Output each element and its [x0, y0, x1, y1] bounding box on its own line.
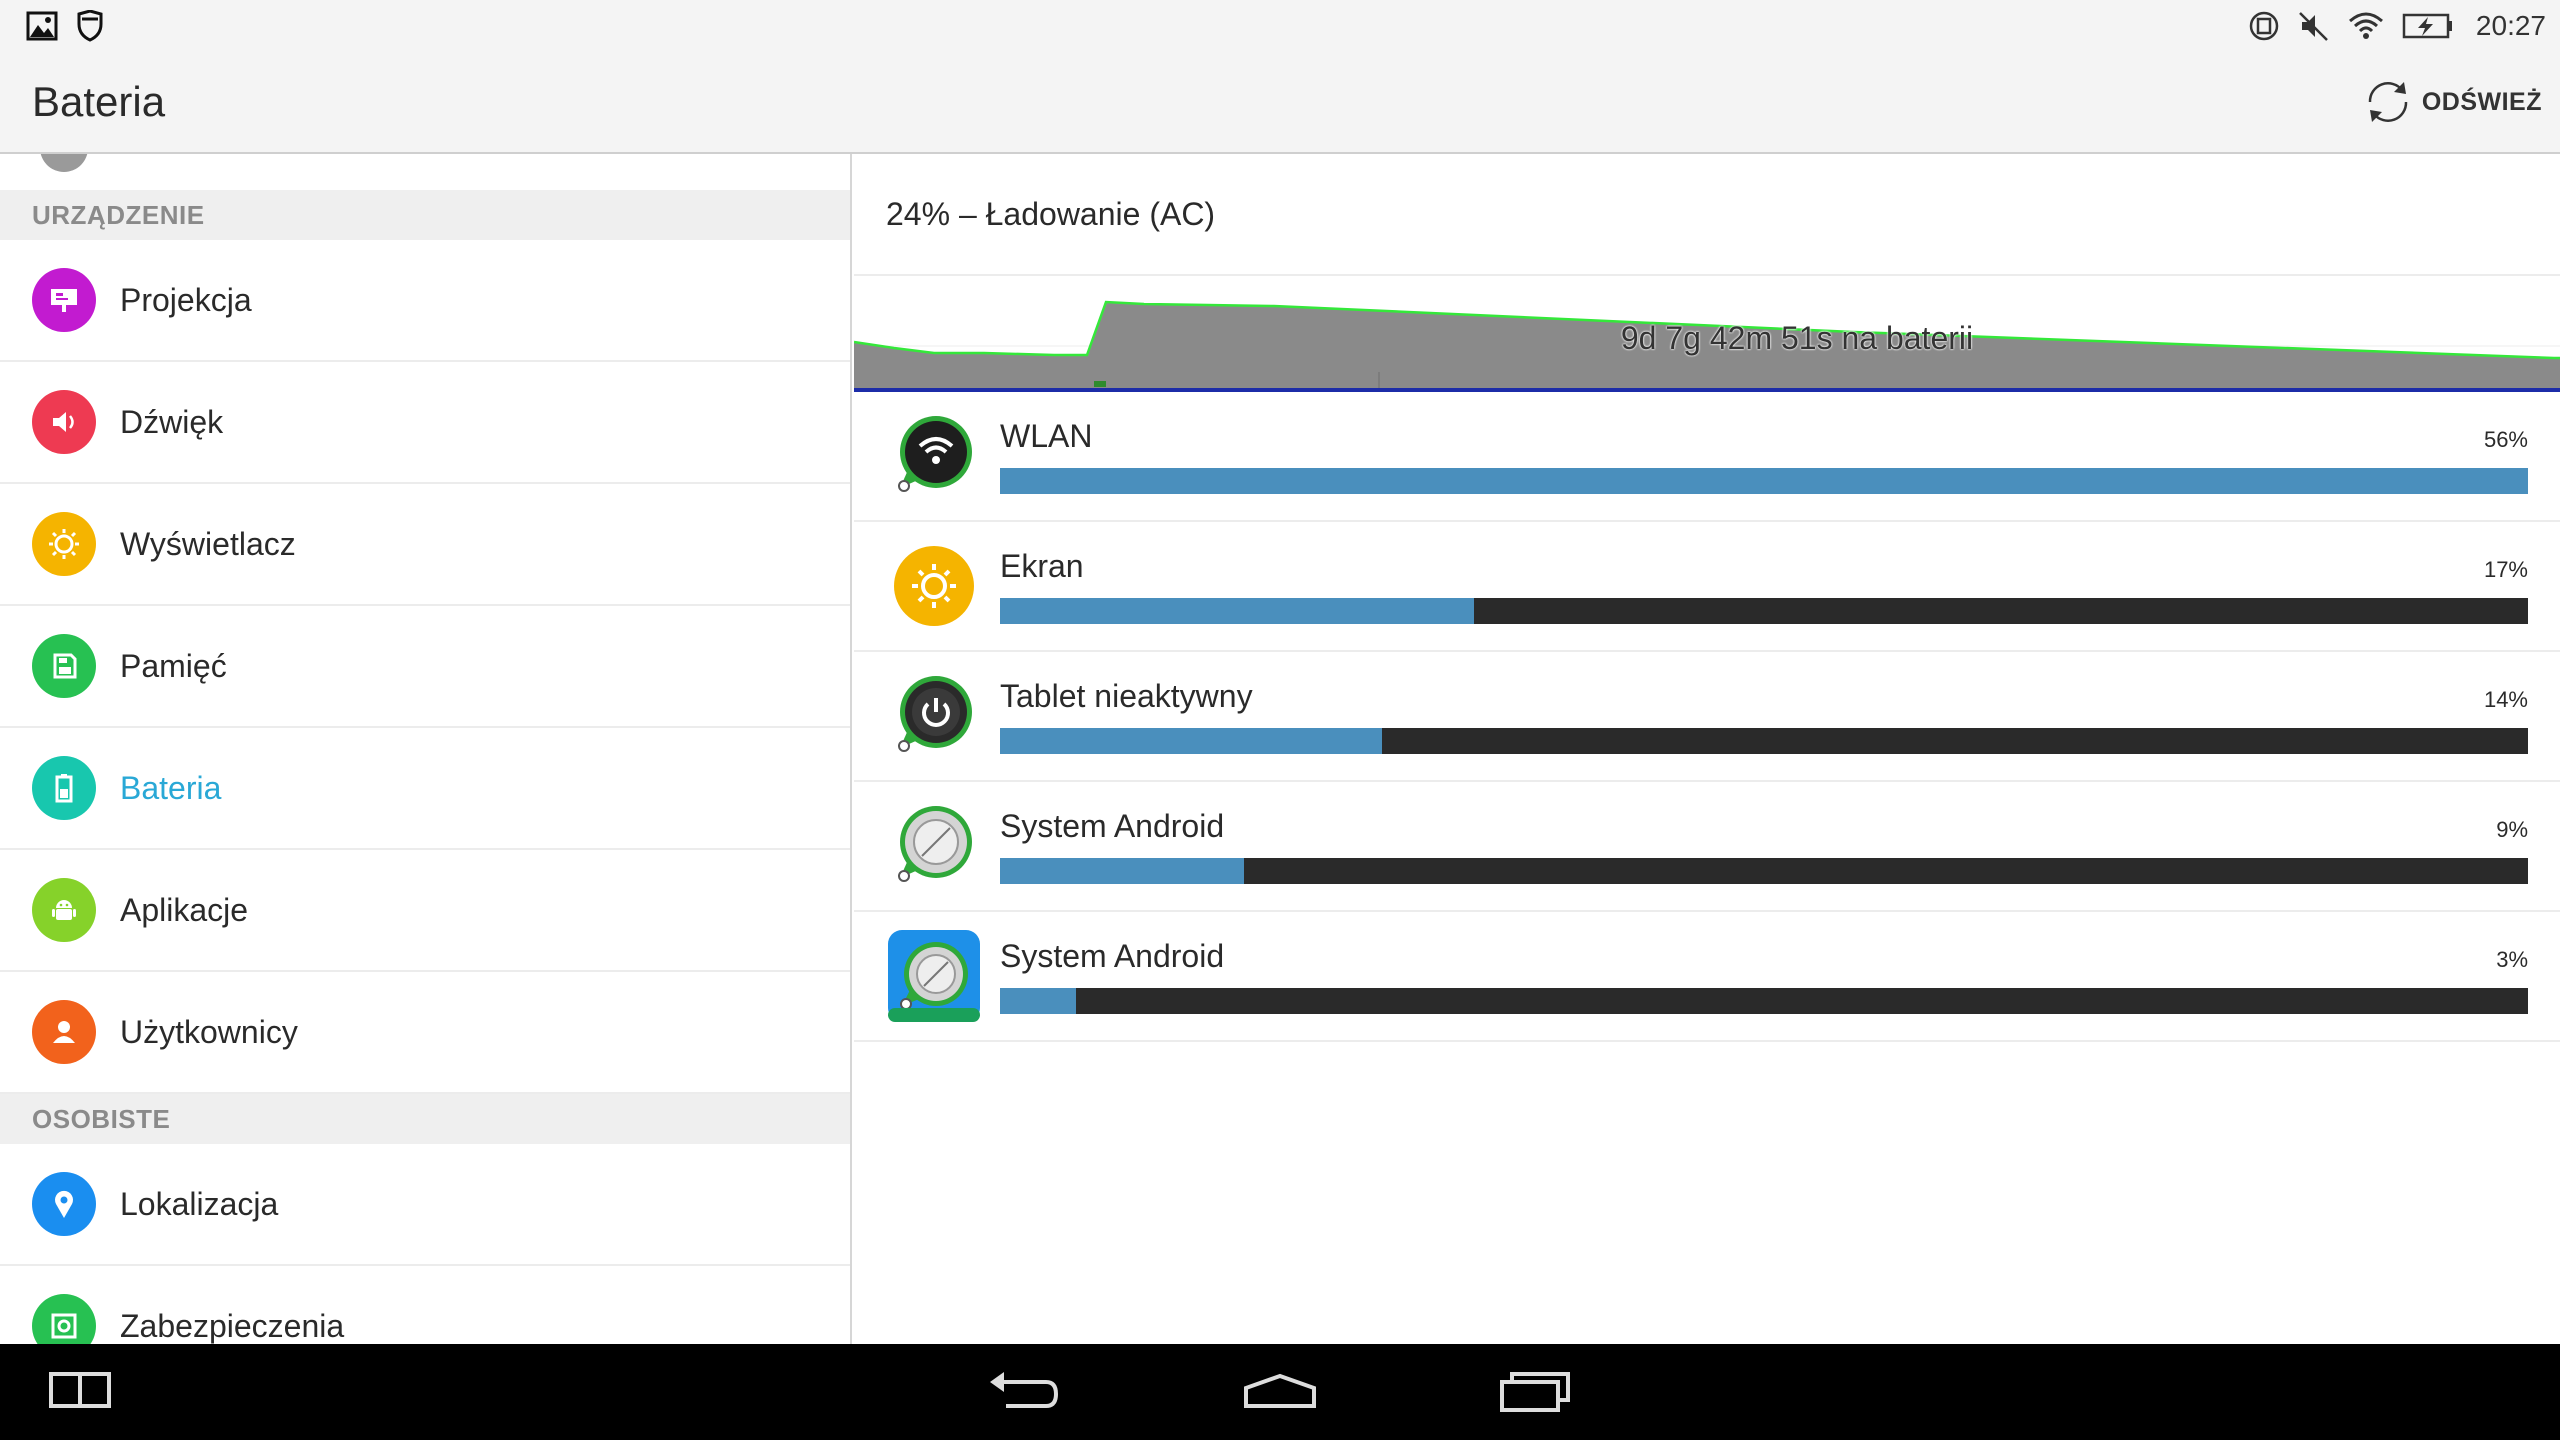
usage-percent: 14%: [2483, 687, 2528, 712]
battery-charging-icon: [2402, 13, 2452, 39]
usage-row-android-system[interactable]: System Android 9%: [854, 782, 2560, 912]
settings-item-battery[interactable]: Bateria: [0, 728, 850, 850]
user-icon: [32, 1000, 96, 1064]
gallery-notification-icon: [26, 11, 58, 41]
projection-icon: [32, 268, 96, 332]
settings-item-security[interactable]: Zabezpieczenia: [0, 1266, 850, 1344]
usage-row-screen[interactable]: Ekran 17%: [854, 522, 2560, 652]
battery-status-text: 24% – Ładowanie (AC): [854, 154, 2560, 276]
usage-bar: [1000, 858, 2528, 884]
settings-item-apps[interactable]: Aplikacje: [0, 850, 850, 972]
usage-name: WLAN: [1000, 418, 1093, 454]
power-app-icon: [898, 676, 972, 752]
settings-item-label: Zabezpieczenia: [120, 1307, 345, 1344]
storage-icon: [32, 634, 96, 698]
settings-item-location[interactable]: Lokalizacja: [0, 1144, 850, 1266]
settings-item-label: Użytkownicy: [120, 1013, 298, 1050]
usage-bar-fill: [1000, 988, 1077, 1014]
split-screen-button[interactable]: [48, 1366, 112, 1414]
section-header-personal: OSOBISTE: [0, 1094, 850, 1144]
settings-item-label: Wyświetlacz: [120, 525, 296, 562]
status-time: 20:27: [2475, 10, 2546, 41]
usage-row-android-system-2[interactable]: System Android 3%: [854, 912, 2560, 1042]
usage-percent: 9%: [2496, 817, 2528, 842]
brightness-app-icon: [894, 546, 974, 626]
wifi-app-icon: [898, 416, 972, 492]
usage-percent: 3%: [2496, 947, 2528, 972]
mute-icon: [2299, 12, 2328, 41]
refresh-icon: [2368, 82, 2408, 122]
usage-name: System Android: [1000, 938, 1225, 974]
usage-row-idle[interactable]: Tablet nieaktywny 14%: [854, 652, 2560, 782]
page-title: Bateria: [32, 78, 166, 125]
wifi-icon: [2348, 12, 2383, 39]
android-system-app-icon: [888, 930, 980, 1022]
android-system-app-icon: [898, 806, 972, 882]
battery-icon: [32, 756, 96, 820]
refresh-button[interactable]: ODŚWIEŻ: [2360, 74, 2542, 130]
refresh-label: ODŚWIEŻ: [2421, 87, 2542, 116]
nfc-icon: [2249, 11, 2279, 41]
back-button[interactable]: [986, 1366, 1062, 1418]
usage-row-wlan[interactable]: WLAN 56%: [854, 392, 2560, 522]
settings-item-label: Projekcja: [120, 281, 252, 318]
android-icon: [32, 878, 96, 942]
usage-name: System Android: [1000, 808, 1225, 844]
usage-percent: 56%: [2483, 427, 2528, 452]
usage-bar-fill: [1000, 468, 2528, 494]
brightness-icon: [32, 512, 96, 576]
settings-item-label: Pamięć: [120, 647, 227, 684]
location-icon: [32, 1172, 96, 1236]
section-header-device: URZĄDZENIE: [0, 190, 850, 240]
volume-icon: [32, 390, 96, 454]
usage-bar-fill: [1000, 858, 1245, 884]
recent-apps-button[interactable]: [1498, 1366, 1574, 1418]
usage-bar: [1000, 988, 2528, 1014]
settings-item-storage[interactable]: Pamięć: [0, 606, 850, 728]
battery-detail-pane: 24% – Ładowanie (AC) 9d 7g 42m 51s na ba…: [854, 154, 2560, 1344]
partial-icon: [40, 154, 88, 172]
usage-bar: [1000, 728, 2528, 754]
settings-item-users[interactable]: Użytkownicy: [0, 972, 850, 1094]
battery-history-graph[interactable]: 9d 7g 42m 51s na baterii: [854, 276, 2560, 392]
settings-item-sound[interactable]: Dźwięk: [0, 362, 850, 484]
settings-item-display[interactable]: Wyświetlacz: [0, 484, 850, 606]
home-button[interactable]: [1242, 1366, 1318, 1418]
action-bar: Bateria ODŚWIEŻ: [0, 52, 2560, 154]
navigation-bar: [0, 1344, 2560, 1440]
usage-bar-fill: [1000, 728, 1382, 754]
usage-percent: 17%: [2483, 557, 2528, 582]
settings-item-label: Dźwięk: [120, 403, 224, 440]
settings-item-projection[interactable]: Projekcja: [0, 240, 850, 362]
security-icon: [32, 1294, 96, 1344]
graph-time-label: 9d 7g 42m 51s na baterii: [1620, 320, 1974, 356]
settings-item-label: Aplikacje: [120, 891, 249, 928]
status-bar: 20:27: [0, 0, 2560, 52]
usage-bar-fill: [1000, 598, 1474, 624]
usage-bar: [1000, 468, 2528, 494]
usage-name: Ekran: [1000, 548, 1084, 584]
usage-name: Tablet nieaktywny: [1000, 678, 1253, 714]
settings-item-label: Bateria: [120, 769, 222, 806]
settings-list[interactable]: URZĄDZENIE Projekcja Dźwięk Wyświetlacz …: [0, 154, 852, 1344]
usage-bar: [1000, 598, 2528, 624]
list-item-partial: [0, 154, 850, 190]
shield-notification-icon: [77, 10, 103, 42]
settings-item-label: Lokalizacja: [120, 1185, 279, 1222]
